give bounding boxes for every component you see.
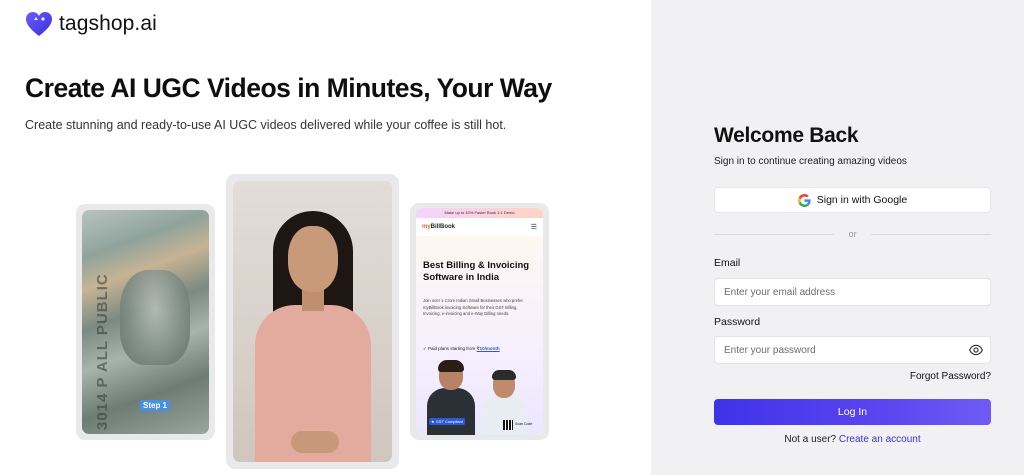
- person-right-hair: [492, 370, 516, 380]
- eye-icon[interactable]: [969, 344, 983, 356]
- signup-prompt-text: Not a user?: [784, 434, 837, 445]
- hero-subtitle: Create stunning and ready-to-use AI UGC …: [25, 118, 507, 132]
- step-badge: Step 1: [140, 400, 171, 411]
- login-button[interactable]: Log In: [714, 399, 991, 425]
- google-icon: [797, 193, 811, 207]
- auth-subtitle: Sign in to continue creating amazing vid…: [714, 156, 907, 167]
- email-label: Email: [714, 257, 741, 269]
- ad-plan-price: ₹10/month: [476, 346, 500, 351]
- ad-headline: Best Billing & Invoicing Software in Ind…: [423, 260, 530, 283]
- ad-brand-suffix: BillBook: [430, 224, 456, 230]
- ad-nav: myBillBook ☰: [416, 220, 543, 234]
- preview-video-money[interactable]: 3014 P ALL PUBLIC Step 1: [82, 210, 209, 434]
- brand-logo[interactable]: tagshop.ai: [25, 11, 157, 37]
- ad-chip: ★ GST Compliant: [429, 418, 465, 425]
- google-signin-button[interactable]: Sign in with Google: [714, 187, 991, 213]
- ad-brand-prefix: my: [422, 224, 431, 230]
- ad-body: Best Billing & Invoicing Software in Ind…: [416, 236, 543, 435]
- preview-card-presenter: [226, 174, 399, 469]
- email-input[interactable]: [714, 278, 991, 306]
- ad-person-left: ★ GST Compliant: [427, 360, 475, 435]
- or-divider: or: [714, 228, 991, 240]
- ad-description: Join over 1 Crore Indian Small Businesse…: [423, 298, 523, 316]
- preview-card-money: 3014 P ALL PUBLIC Step 1: [76, 204, 215, 440]
- forgot-password-link[interactable]: Forgot Password?: [880, 371, 991, 382]
- ad-plan: ✓ Paid plans starting from ₹10/month: [423, 346, 500, 352]
- heart-logo-icon: [26, 12, 52, 36]
- ad-people: ★ GST Compliant Scan Code: [423, 356, 535, 435]
- password-input[interactable]: [714, 336, 991, 364]
- preview-card-billbook: Make up to 40% Faster Book 1:1 Demo myBi…: [410, 203, 549, 440]
- hero-title: Create AI UGC Videos in Minutes, Your Wa…: [25, 73, 552, 103]
- password-label: Password: [714, 316, 761, 328]
- preview-video-billbook[interactable]: Make up to 40% Faster Book 1:1 Demo myBi…: [416, 208, 543, 435]
- signup-prompt: Not a user? Create an account: [714, 434, 991, 445]
- divider-text: or: [848, 229, 857, 239]
- qr-code-icon: [503, 420, 513, 430]
- preview-video-presenter[interactable]: [233, 181, 392, 462]
- ad-plan-text: ✓ Paid plans starting from: [423, 346, 477, 351]
- hamburger-icon: ☰: [530, 224, 537, 231]
- brand-name: tagshop.ai: [59, 12, 157, 35]
- person-left-body: [427, 388, 475, 435]
- presenter-face: [288, 226, 338, 292]
- auth-title: Welcome Back: [714, 124, 859, 147]
- marketing-panel: tagshop.ai Create AI UGC Videos in Minut…: [0, 0, 651, 475]
- google-signin-label: Sign in with Google: [816, 194, 908, 206]
- create-account-link[interactable]: Create an account: [839, 434, 921, 445]
- ad-topbar: Make up to 40% Faster Book 1:1 Demo: [416, 208, 543, 218]
- presenter-hands: [291, 431, 339, 453]
- ad-brand: myBillBook: [422, 224, 455, 230]
- bill-portrait: [120, 270, 190, 365]
- bill-text: 3014 P ALL PUBLIC: [94, 273, 111, 430]
- person-left-hair: [438, 360, 464, 372]
- ad-qr-label: Scan Code: [515, 422, 533, 426]
